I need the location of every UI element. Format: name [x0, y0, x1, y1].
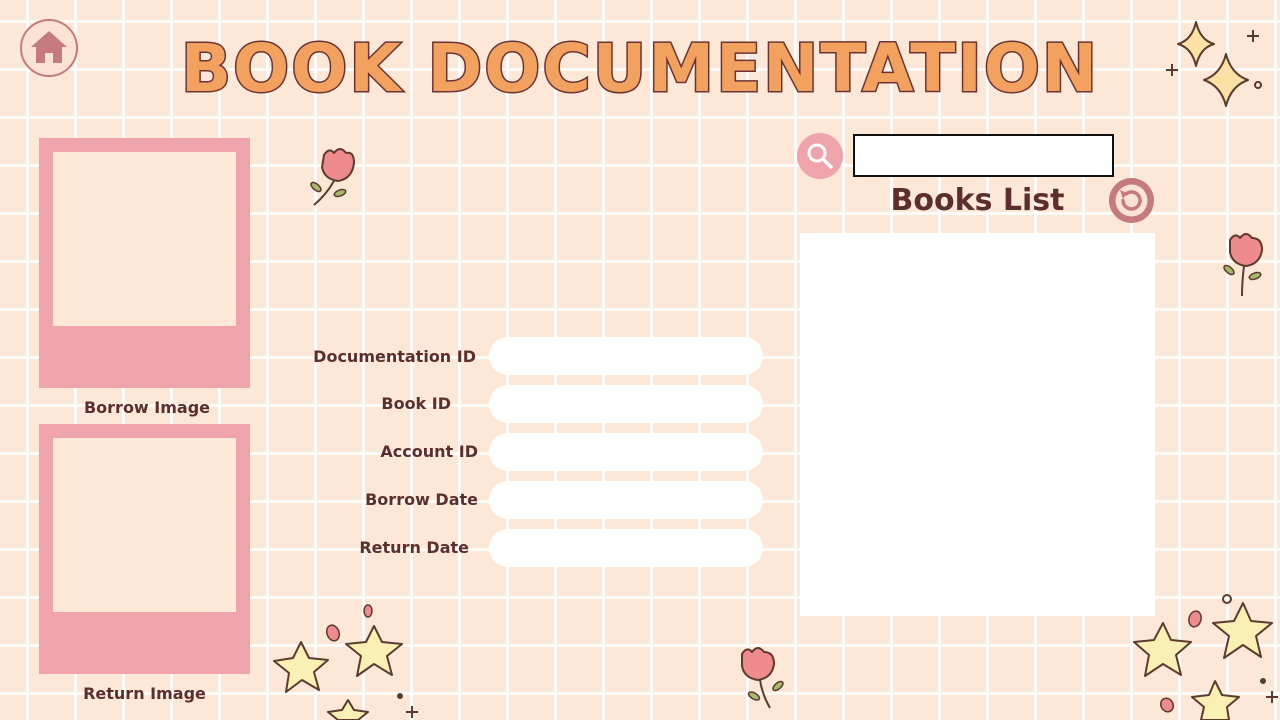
search-icon — [807, 143, 833, 169]
tulip-decoration-icon — [310, 148, 355, 206]
account-id-label: Account ID — [380, 442, 478, 461]
documentation-id-input[interactable] — [489, 337, 763, 375]
books-list-panel[interactable] — [800, 233, 1155, 616]
stars-decoration-icon — [273, 604, 418, 720]
return-image-placeholder — [53, 438, 236, 612]
return-image-frame[interactable] — [39, 424, 250, 674]
return-image-label: Return Image — [83, 684, 206, 703]
refresh-button[interactable] — [1109, 178, 1154, 223]
account-id-input[interactable] — [489, 433, 763, 471]
borrow-date-label: Borrow Date — [365, 490, 478, 509]
return-date-input[interactable] — [489, 529, 763, 567]
refresh-icon — [1115, 184, 1148, 217]
borrow-image-placeholder — [53, 152, 236, 326]
page-title: BOOK DOCUMENTATION — [179, 29, 1100, 109]
sparkle-decoration-icon — [1166, 21, 1262, 107]
tulip-decoration-icon — [1223, 233, 1263, 297]
search-button[interactable] — [797, 133, 843, 179]
tulip-decoration-icon — [741, 647, 784, 709]
books-list-title: Books List — [890, 183, 1065, 218]
book-id-input[interactable] — [489, 385, 763, 423]
borrow-date-input[interactable] — [489, 481, 763, 519]
search-input[interactable] — [853, 134, 1114, 177]
book-id-label: Book ID — [381, 394, 451, 413]
documentation-id-label: Documentation ID — [313, 347, 476, 366]
borrow-image-frame[interactable] — [39, 138, 250, 388]
return-date-label: Return Date — [359, 538, 469, 557]
